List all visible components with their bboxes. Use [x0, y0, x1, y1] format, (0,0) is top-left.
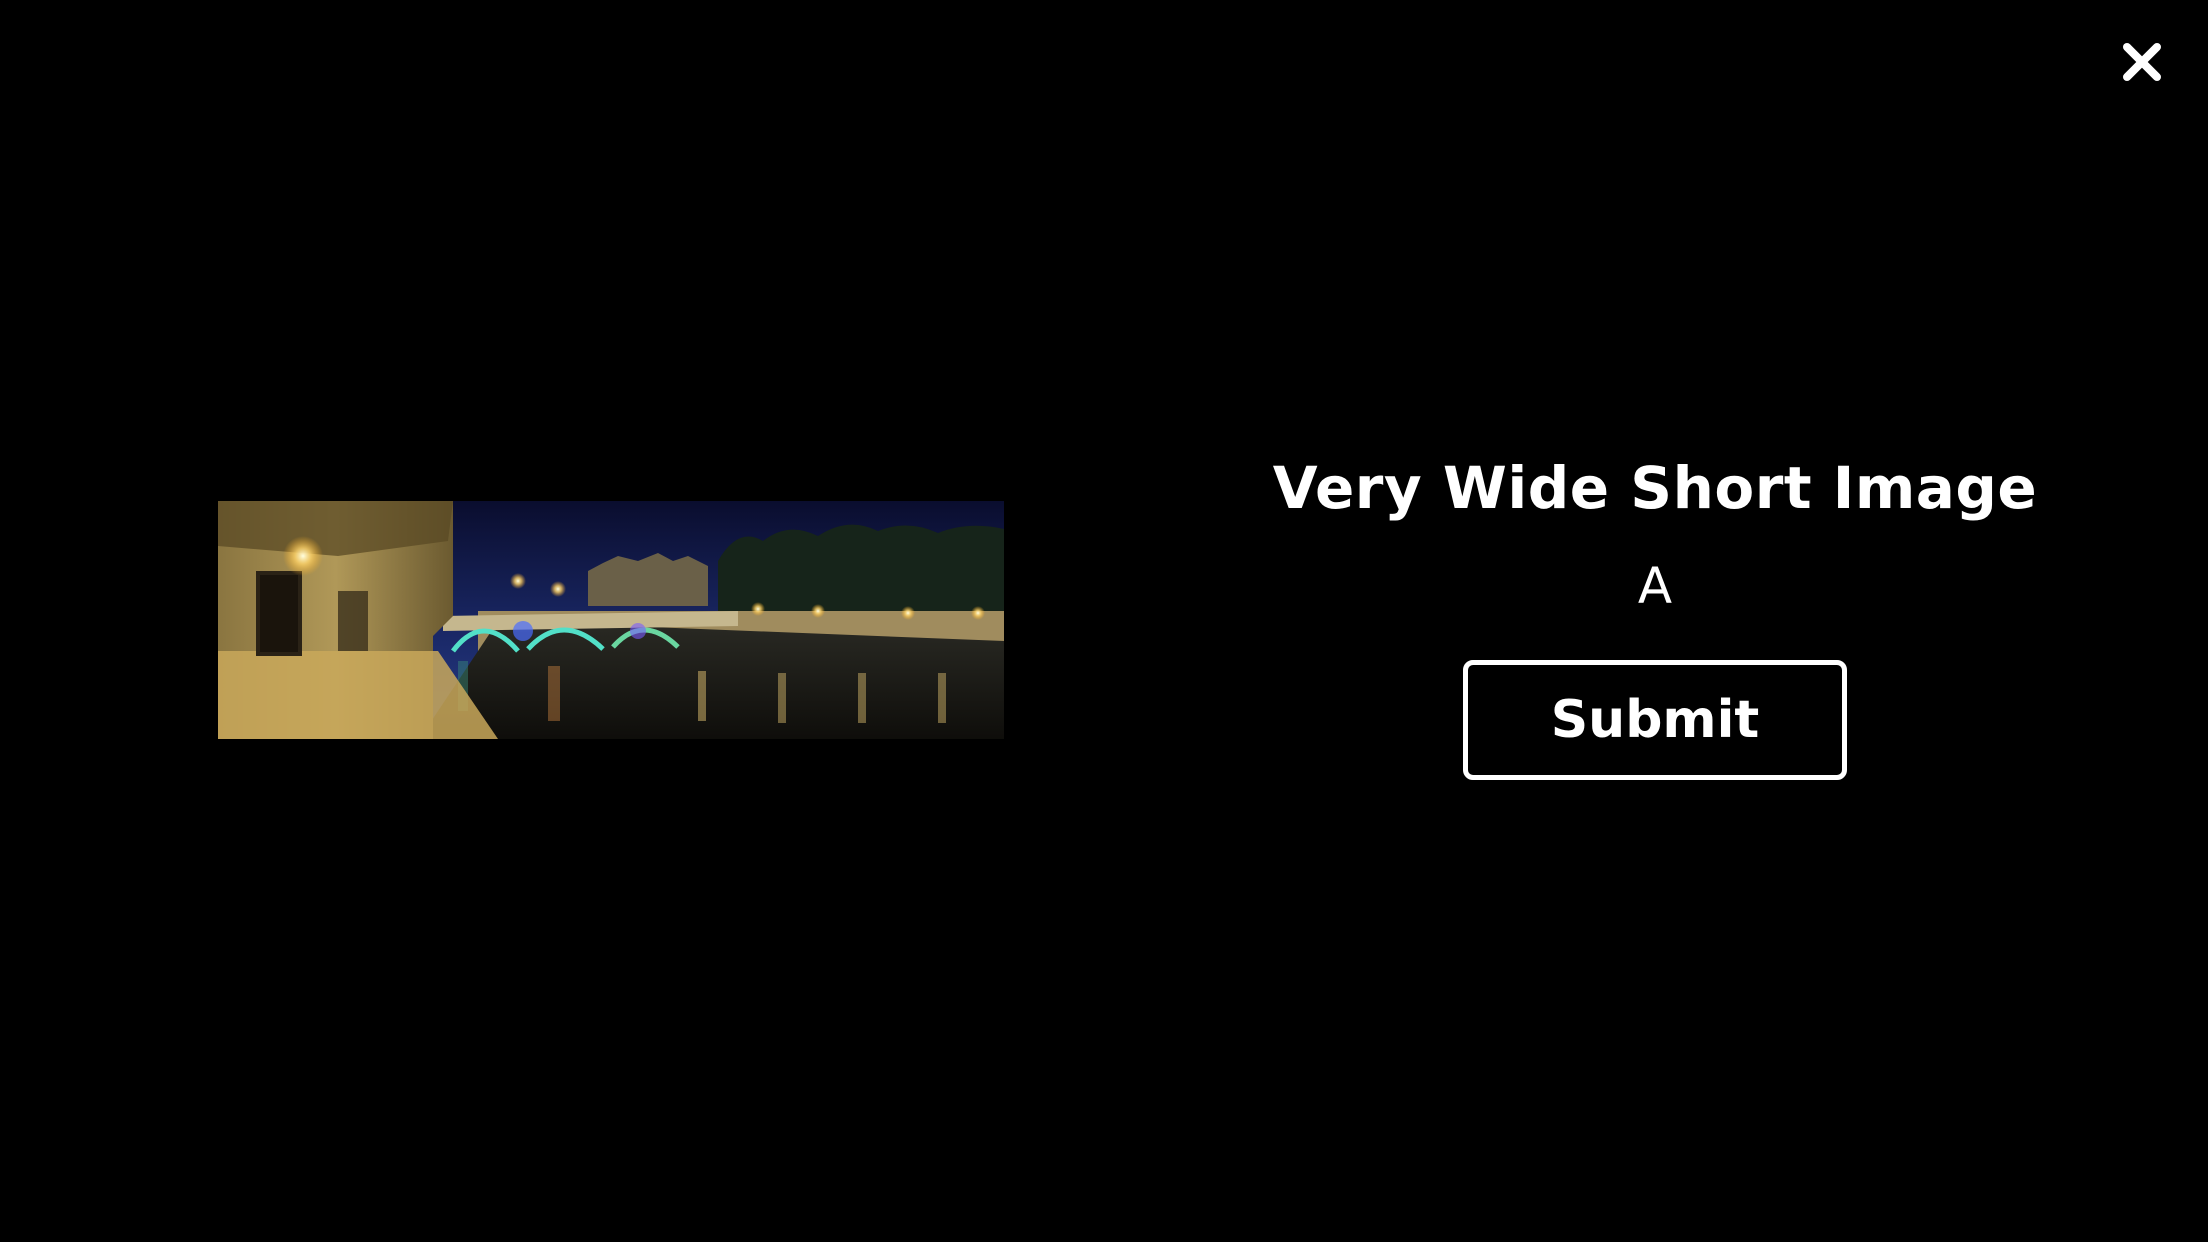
image-subtitle: A — [1637, 557, 1673, 615]
app-screen: Very Wide Short Image A Submit — [0, 0, 2208, 1242]
submit-button[interactable]: Submit — [1463, 660, 1847, 780]
close-icon — [2123, 43, 2161, 81]
wide-image — [218, 501, 1004, 739]
night-river-bridge-photo — [218, 501, 1004, 739]
close-button[interactable] — [2118, 38, 2166, 86]
content-panel: Very Wide Short Image A Submit — [1250, 440, 2060, 780]
image-title: Very Wide Short Image — [1272, 454, 2038, 522]
